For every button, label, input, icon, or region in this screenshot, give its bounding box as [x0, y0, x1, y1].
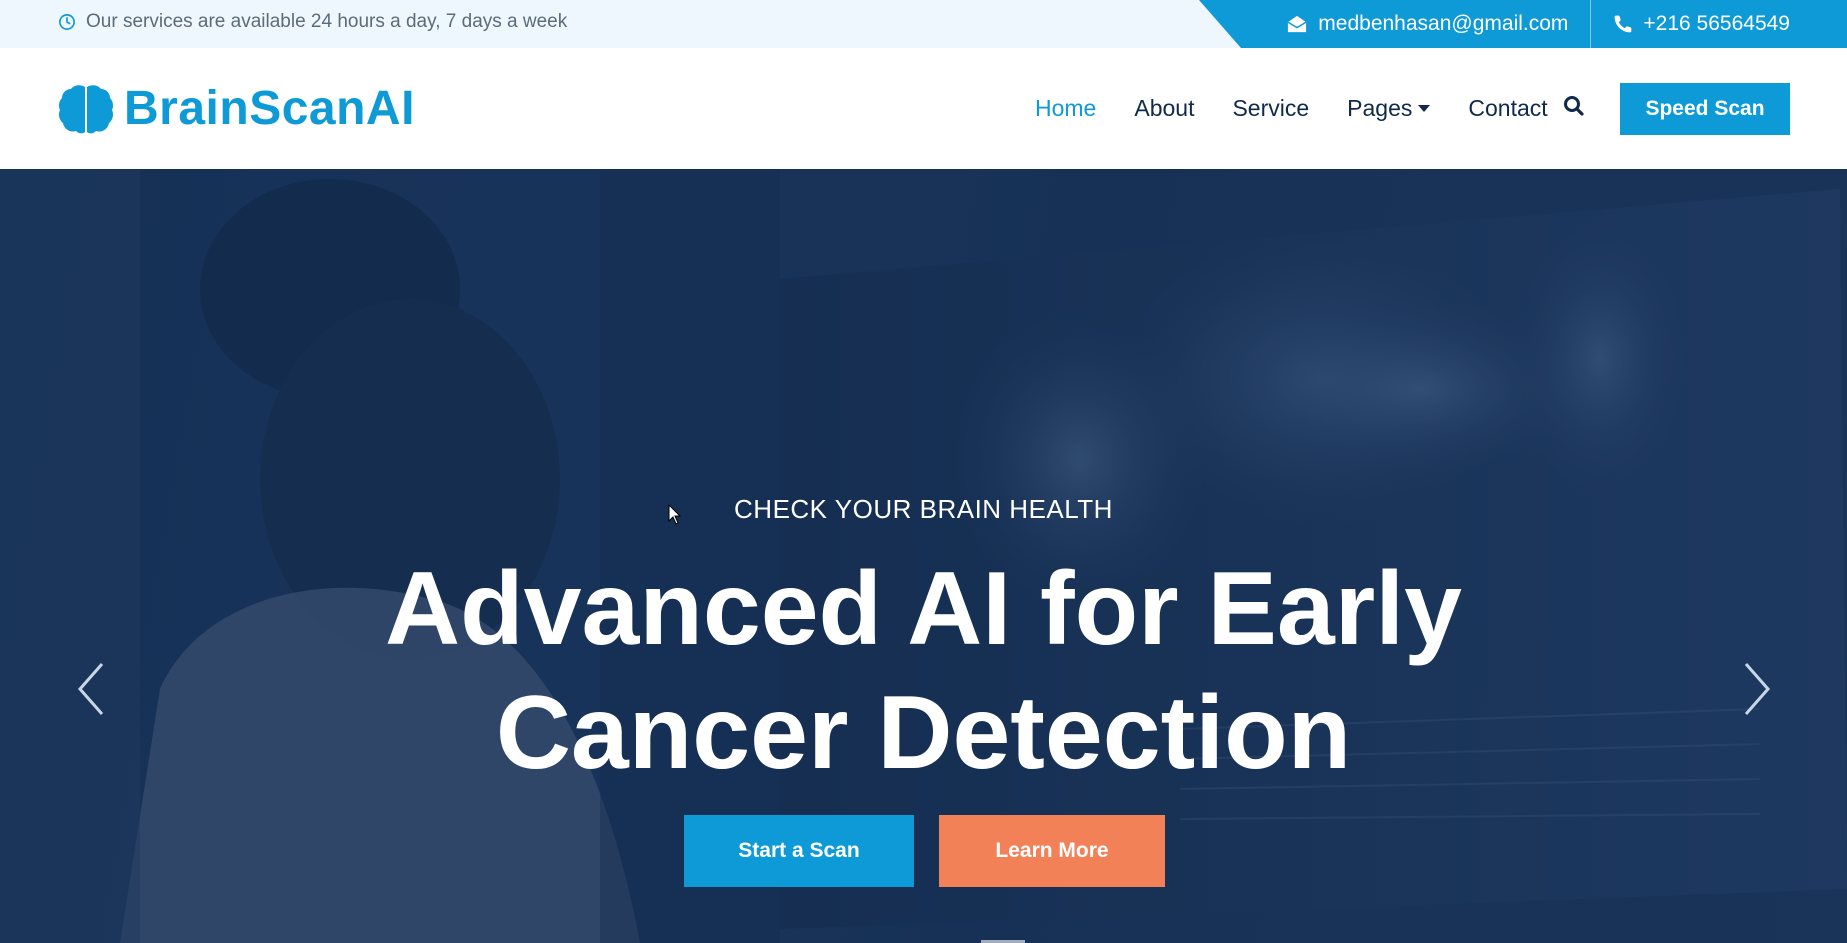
carousel-prev-button[interactable]	[66, 654, 116, 724]
hero-eyebrow: CHECK YOUR BRAIN HEALTH	[734, 494, 1113, 524]
logo-text[interactable]: BrainScanAI	[124, 81, 415, 136]
nav-item-about[interactable]: About	[1134, 95, 1194, 122]
hero-carousel: CHECK YOUR BRAIN HEALTH Advanced AI for …	[0, 169, 1847, 943]
chevron-left-icon	[78, 663, 104, 715]
main-navbar: BrainScanAI Home About Service Pages Con…	[0, 48, 1847, 169]
phone-contact[interactable]: +216 56564549	[1591, 0, 1847, 48]
mouse-cursor-icon	[668, 504, 682, 525]
learn-more-button[interactable]: Learn More	[939, 815, 1165, 887]
service-hours: Our services are available 24 hours a da…	[58, 0, 567, 43]
envelope-open-icon	[1287, 15, 1307, 33]
top-info-bar: Our services are available 24 hours a da…	[0, 0, 1847, 48]
clock-icon	[59, 13, 75, 30]
contact-strip: medbenhasan@gmail.com +216 56564549	[1199, 0, 1847, 48]
brain-icon	[58, 84, 114, 133]
chevron-right-icon	[1744, 663, 1770, 715]
nav-item-home[interactable]: Home	[1035, 95, 1096, 122]
hero-headline-line-2: Cancer Detection	[495, 675, 1352, 791]
email-contact[interactable]: medbenhasan@gmail.com	[1264, 0, 1590, 48]
caret-down-icon	[1418, 105, 1431, 112]
service-hours-text: Our services are available 24 hours a da…	[86, 10, 568, 32]
phone-icon	[1615, 15, 1632, 33]
nav-menu: Home About Service Pages Contact	[1035, 48, 1548, 169]
search-icon	[1564, 96, 1584, 116]
hero-headline-line-1: Advanced AI for Early	[385, 551, 1462, 667]
phone-text[interactable]: +216 56564549	[1643, 12, 1790, 36]
email-text[interactable]: medbenhasan@gmail.com	[1318, 12, 1568, 36]
hero-content: CHECK YOUR BRAIN HEALTH Advanced AI for …	[0, 169, 1847, 943]
search-button[interactable]	[1562, 94, 1586, 122]
speed-scan-button[interactable]: Speed Scan	[1620, 83, 1790, 135]
nav-item-contact[interactable]: Contact	[1468, 95, 1547, 122]
site-logo[interactable]: BrainScanAI	[58, 48, 415, 169]
hero-headline: Advanced AI for Early Cancer Detection	[0, 547, 1847, 795]
nav-item-pages[interactable]: Pages	[1347, 95, 1431, 122]
nav-item-service[interactable]: Service	[1232, 95, 1309, 122]
carousel-next-button[interactable]	[1732, 654, 1782, 724]
nav-item-pages-label: Pages	[1347, 95, 1413, 121]
start-scan-button[interactable]: Start a Scan	[684, 815, 914, 887]
